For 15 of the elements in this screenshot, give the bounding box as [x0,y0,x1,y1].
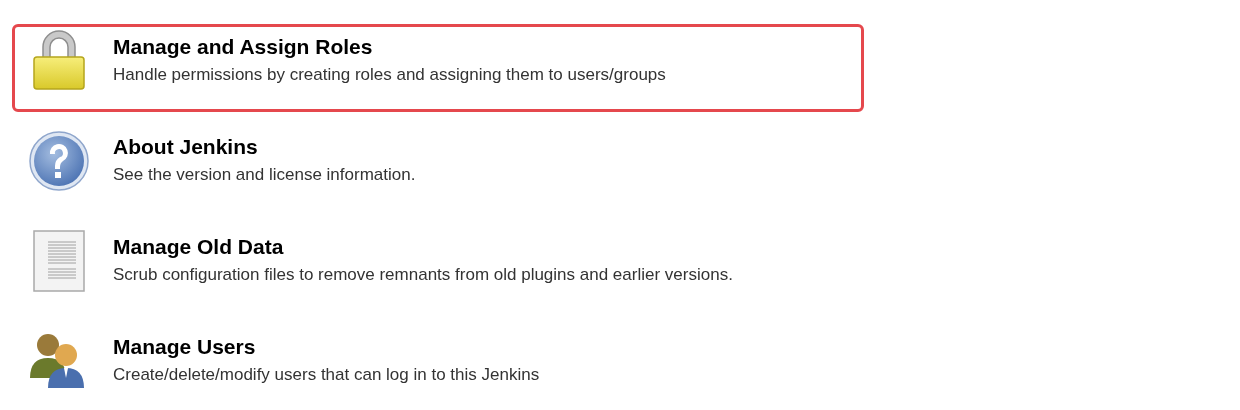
padlock-icon [31,29,87,93]
menu-item[interactable]: Manage Old Data Scrub configuration files to remove remnants from old plugins and earlier versions. [12,224,864,312]
menu-item[interactable]: Manage Users Create/delete/modify users that can log in to this Jenkins [12,324,864,410]
item-description: See the version and license information. [113,164,416,186]
item-title: Manage and Assign Roles [113,34,374,60]
item-title: About Jenkins [113,134,259,160]
menu-item[interactable]: About Jenkins See the version and license information. [12,124,864,212]
item-title: Manage Old Data [113,234,285,260]
help-icon [28,130,90,192]
highlighted-menu-item[interactable]: Manage and Assign Roles Handle permissions by creating roles and assigning them to users/groups [12,24,864,112]
item-description: Create/delete/modify users that can log in to this Jenkins [113,364,540,386]
item-description: Handle permissions by creating roles and assigning them to users/groups [113,64,666,86]
item-title: Manage Users [113,334,257,360]
document-icon [33,230,85,292]
item-description: Scrub configuration files to remove remnants from old plugins and earlier versions. [113,264,733,286]
